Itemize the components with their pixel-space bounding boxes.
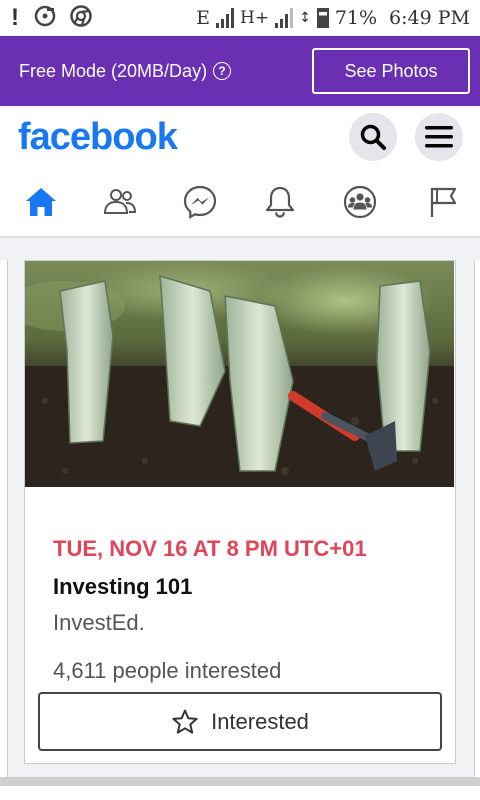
money-plants-photo bbox=[25, 261, 454, 487]
free-mode-label-wrap[interactable]: Free Mode (20MB/Day) ? bbox=[19, 60, 232, 82]
facebook-logo[interactable]: facebook bbox=[18, 116, 178, 159]
event-date: TUE, NOV 16 AT 8 PM UTC+01 bbox=[53, 536, 367, 561]
event-title[interactable]: Investing 101 bbox=[53, 574, 192, 600]
interested-button[interactable]: Interested bbox=[38, 692, 442, 751]
see-photos-button[interactable]: See Photos bbox=[312, 48, 470, 94]
free-mode-banner: Free Mode (20MB/Day) ? See Photos bbox=[0, 36, 480, 106]
notifications-icon bbox=[265, 186, 295, 218]
clock: 6:49 PM bbox=[389, 7, 470, 29]
next-section bbox=[0, 777, 480, 800]
previous-card-edge[interactable] bbox=[0, 260, 8, 780]
battery-icon bbox=[316, 8, 329, 28]
search-button[interactable] bbox=[349, 113, 397, 161]
messenger-icon bbox=[183, 185, 217, 219]
event-cover-image[interactable] bbox=[25, 261, 454, 487]
event-card[interactable]: TUE, NOV 16 AT 8 PM UTC+01 Investing 101… bbox=[24, 260, 456, 764]
free-mode-label: Free Mode (20MB/Day) bbox=[19, 60, 208, 81]
next-card-edge[interactable] bbox=[474, 260, 480, 780]
network-type: E bbox=[196, 7, 210, 29]
chrome-icon bbox=[70, 5, 92, 31]
hamburger-menu-icon bbox=[425, 126, 453, 148]
data-arrows-icon: ↕ bbox=[299, 10, 311, 26]
home-icon bbox=[26, 188, 56, 216]
interested-button-label: Interested bbox=[211, 708, 309, 734]
event-host[interactable]: InvestEd. bbox=[53, 610, 145, 636]
menu-button[interactable] bbox=[415, 113, 463, 161]
tab-pages[interactable] bbox=[422, 182, 462, 222]
nav-tabs bbox=[0, 168, 480, 238]
music-disc-icon bbox=[34, 5, 56, 31]
tab-home[interactable] bbox=[21, 182, 61, 222]
network-type-2: H+ bbox=[240, 8, 270, 28]
tab-notifications[interactable] bbox=[260, 182, 300, 222]
pages-flag-icon bbox=[430, 187, 457, 217]
battery-percent: 71% bbox=[334, 7, 378, 29]
groups-icon bbox=[343, 185, 377, 219]
help-icon[interactable]: ? bbox=[213, 62, 232, 80]
event-interest-count: 4,611 people interested bbox=[53, 658, 282, 683]
tab-groups[interactable] bbox=[340, 182, 380, 222]
status-bar: ! E H+ ↕ 71% 6:49 PM bbox=[0, 0, 480, 36]
star-icon bbox=[172, 709, 198, 734]
search-icon bbox=[360, 124, 386, 150]
tab-messenger[interactable] bbox=[180, 182, 220, 222]
friends-icon bbox=[103, 189, 137, 214]
signal-icon bbox=[216, 8, 234, 28]
alert-icon: ! bbox=[11, 4, 19, 31]
screen: ! E H+ ↕ 71% 6:49 PM Free Mode (20MB/Day… bbox=[0, 0, 480, 800]
feed: TUE, NOV 16 AT 8 PM UTC+01 Investing 101… bbox=[0, 238, 480, 800]
tab-friends[interactable] bbox=[100, 182, 140, 222]
signal-icon-2 bbox=[275, 8, 294, 28]
app-header: facebook bbox=[0, 106, 480, 168]
